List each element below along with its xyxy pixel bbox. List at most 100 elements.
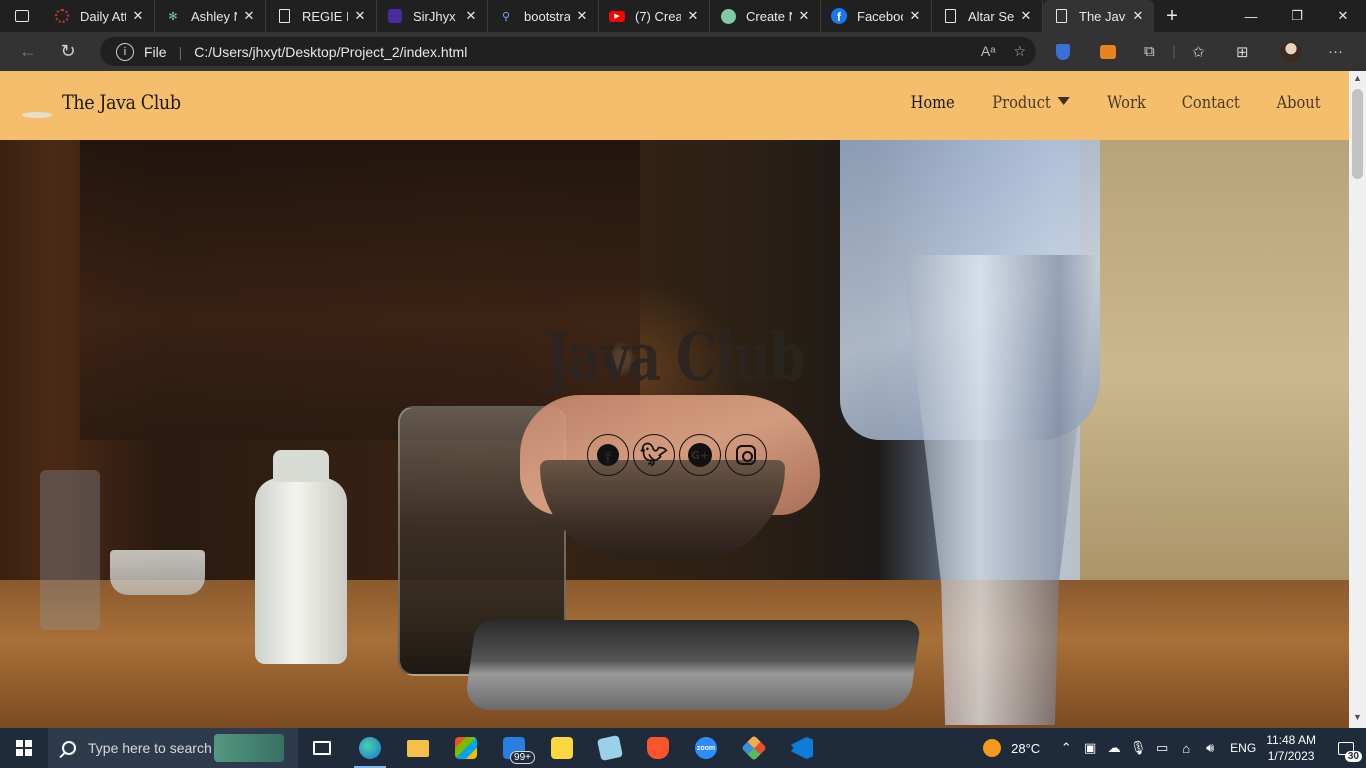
hero-background-scale [463, 620, 922, 710]
close-tab-icon[interactable]: ✕ [130, 8, 146, 24]
zoom-icon: zoom [695, 737, 717, 759]
tab-title: (7) Creat [635, 8, 681, 24]
taskbar-brave[interactable] [634, 728, 682, 768]
brand-logo[interactable] [22, 112, 52, 118]
brand-name[interactable]: The Java Club [62, 90, 181, 114]
bitwarden-icon[interactable] [1056, 32, 1070, 71]
page-viewport: The Java Club Home Product Work Contact … [0, 71, 1366, 728]
restore-icon[interactable]: ❐ [1274, 0, 1320, 32]
scroll-thumb[interactable] [1352, 89, 1363, 179]
facebook-link[interactable]: f [587, 434, 629, 476]
start-button[interactable] [0, 728, 48, 768]
browser-tab[interactable]: Daily Att ✕ [44, 0, 155, 32]
metamask-icon[interactable] [1100, 32, 1116, 71]
address-bar[interactable]: i File | C:/Users/jhxyt/Desktop/Project_… [100, 37, 1036, 66]
taskbar-git[interactable] [730, 728, 778, 768]
profile-avatar[interactable] [1280, 32, 1302, 71]
hero-background-glass [40, 470, 100, 630]
collections-icon[interactable]: ⊞ [1236, 32, 1249, 71]
tab-title: The Java [1079, 8, 1126, 24]
weather-widget[interactable]: 28°C [983, 739, 1040, 757]
close-tab-icon[interactable]: ✕ [574, 8, 590, 24]
taskbar-edge[interactable] [346, 728, 394, 768]
browser-tab[interactable]: Altar Ser ✕ [932, 0, 1043, 32]
taskbar-notepad[interactable] [586, 728, 634, 768]
microphone-icon[interactable]: 🎙︎ [1126, 740, 1150, 756]
weather-sun-icon [983, 739, 1002, 757]
close-tab-icon[interactable]: ✕ [685, 8, 701, 24]
favorites-icon[interactable]: ✩ [1192, 32, 1205, 71]
close-tab-icon[interactable]: ✕ [1130, 8, 1146, 24]
clock-date: 1/7/2023 [1267, 749, 1315, 763]
nav-product[interactable]: Product [993, 93, 1071, 113]
extensions-icon[interactable]: ⧉ [1144, 32, 1155, 71]
browser-tab[interactable]: Create N ✕ [710, 0, 821, 32]
close-window-icon[interactable]: ✕ [1320, 0, 1366, 32]
battery-icon[interactable]: ▭ [1150, 740, 1174, 756]
add-favorite-icon[interactable]: ☆ [1013, 43, 1026, 60]
close-tab-icon[interactable]: ✕ [463, 8, 479, 24]
new-tab-button[interactable]: + [1154, 5, 1190, 28]
nav-contact[interactable]: Contact [1182, 93, 1240, 113]
more-menu-icon[interactable]: ··· [1328, 32, 1343, 71]
close-tab-icon[interactable]: ✕ [796, 8, 812, 24]
spinner-icon [54, 8, 70, 24]
back-arrow-icon[interactable]: ← [8, 32, 48, 71]
taskbar-store[interactable] [442, 728, 490, 768]
language-indicator[interactable]: ENG [1230, 741, 1256, 755]
url-separator: | [178, 43, 183, 60]
chevron-up-icon[interactable]: ⌃ [1054, 740, 1078, 756]
tab-title: REGIE PC [302, 8, 348, 24]
taskbar-file-explorer[interactable] [394, 728, 442, 768]
close-tab-icon[interactable]: ✕ [1018, 8, 1034, 24]
twitter-link[interactable]: 🐦︎ [633, 434, 675, 476]
page-scrollbar[interactable]: ▲ ▼ [1349, 71, 1366, 728]
notification-center-button[interactable]: 30 [1326, 728, 1366, 768]
taskbar-search[interactable]: Type here to search [48, 728, 298, 768]
url-text[interactable]: C:/Users/jhxyt/Desktop/Project_2/index.h… [194, 44, 467, 60]
nav-about[interactable]: About [1276, 93, 1320, 113]
volume-icon[interactable]: 🔊︎ [1198, 740, 1222, 756]
cloud-icon[interactable]: ☁ [1102, 740, 1126, 756]
info-icon[interactable]: i [116, 42, 134, 61]
refresh-icon[interactable]: ↻ [48, 32, 88, 71]
browser-tab[interactable]: REGIE PC ✕ [266, 0, 377, 32]
browser-tab[interactable]: SirJhyx ✕ [377, 0, 488, 32]
temperature: 28°C [1011, 740, 1041, 756]
taskbar-zoom[interactable]: zoom [682, 728, 730, 768]
camera-icon[interactable]: ▣ [1078, 740, 1102, 756]
browser-tab[interactable]: ⚲ bootstra ✕ [488, 0, 599, 32]
google-plus-link[interactable]: G+ [679, 434, 721, 476]
browser-tab[interactable]: ✻ Ashley N ✕ [155, 0, 266, 32]
tab-title: bootstra [524, 8, 570, 24]
close-tab-icon[interactable]: ✕ [241, 8, 257, 24]
task-view-button[interactable] [298, 728, 346, 768]
browser-tab[interactable]: f Faceboo ✕ [821, 0, 932, 32]
site-nav: Home Product Work Contact About [879, 93, 1324, 113]
taskbar-mail[interactable]: 99+ [490, 728, 538, 768]
clock-time: 11:48 AM [1266, 733, 1316, 747]
instagram-link[interactable] [725, 434, 767, 476]
taskbar-vscode[interactable] [778, 728, 826, 768]
scroll-up-icon[interactable]: ▲ [1349, 73, 1366, 87]
youtube-icon: ▶ [609, 8, 625, 24]
read-aloud-icon[interactable]: Aᵃ [981, 43, 996, 60]
vscode-icon [791, 737, 813, 759]
close-tab-icon[interactable]: ✕ [352, 8, 368, 24]
openai-icon [720, 8, 736, 24]
scroll-down-icon[interactable]: ▼ [1349, 712, 1366, 726]
minimize-icon[interactable]: ― [1228, 0, 1274, 32]
nav-home[interactable]: Home [911, 93, 955, 113]
nav-work[interactable]: Work [1107, 93, 1146, 113]
search-icon [62, 741, 76, 755]
tab-actions-icon [15, 10, 29, 22]
browser-tab-active[interactable]: The Java ✕ [1043, 0, 1154, 32]
browser-tab[interactable]: ▶ (7) Creat ✕ [599, 0, 710, 32]
git-icon [741, 735, 767, 761]
close-tab-icon[interactable]: ✕ [907, 8, 923, 24]
clock[interactable]: 11:48 AM 1/7/2023 [1266, 732, 1316, 764]
network-icon[interactable]: ⌂ [1174, 741, 1198, 756]
tab-actions-button[interactable] [0, 0, 44, 32]
folder-icon [407, 739, 429, 757]
taskbar-sticky-notes[interactable] [538, 728, 586, 768]
